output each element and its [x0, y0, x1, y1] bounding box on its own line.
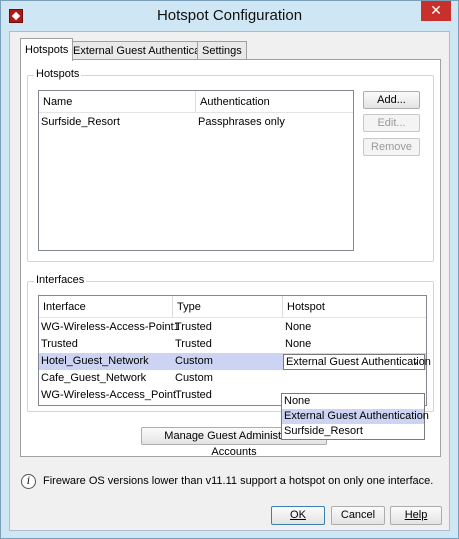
hotspots-group-label: Hotspots [34, 68, 82, 80]
hotspot-select-value: External Guest Authentication [286, 356, 431, 368]
column-header-name[interactable]: Name [39, 91, 196, 113]
table-row[interactable]: Trusted Trusted None [39, 336, 426, 353]
hotspots-table[interactable]: Name Authentication Surfside_Resort Pass… [38, 90, 354, 251]
help-label: Help [404, 509, 428, 521]
hotspot-dropdown-list: None External Guest Authentication Surfs… [281, 393, 429, 440]
cancel-label: Cancel [340, 509, 376, 521]
interface-name: WG-Wireless-Access_Point [41, 389, 177, 401]
ok-label: OK [290, 509, 306, 521]
interfaces-table[interactable]: Interface Type Hotspot WG-Wireless-Acces… [38, 295, 431, 406]
cancel-button[interactable]: Cancel [331, 506, 385, 525]
tab-label: Hotspots [25, 44, 69, 56]
table-row-selected[interactable]: Hotel_Guest_Network Custom External Gues… [39, 353, 431, 370]
tab-pane-hotspots: Hotspots Name Authentication Surfside_Re… [20, 59, 441, 458]
interfaces-group-label: Interfaces [34, 274, 87, 286]
title-bar[interactable]: Hotspot Configuration ✕ [1, 1, 458, 31]
interface-name: Trusted [41, 338, 78, 350]
table-row[interactable]: Surfside_Resort Passphrases only [39, 114, 353, 131]
close-icon: ✕ [430, 2, 442, 18]
info-note: Fireware OS versions lower than v11.11 s… [43, 475, 434, 487]
interface-type: Custom [175, 355, 213, 367]
hotspot-select[interactable]: External Guest Authentication ⌄ [283, 354, 431, 370]
column-header-type[interactable]: Type [173, 296, 283, 318]
dropdown-option[interactable]: None [282, 394, 424, 409]
close-button[interactable]: ✕ [421, 1, 451, 21]
hotspot-name: Surfside_Resort [41, 116, 120, 128]
interface-name: WG-Wireless-Access-Point1 [41, 321, 180, 333]
dialog-window: Hotspot Configuration ✕ Hotspots Externa… [0, 0, 459, 539]
interface-type: Trusted [175, 389, 212, 401]
column-header-hotspot[interactable]: Hotspot [283, 296, 426, 318]
tab-hotspots[interactable]: Hotspots [20, 38, 74, 61]
table-row[interactable]: Cafe_Guest_Network Custom [39, 370, 426, 387]
column-header-interface[interactable]: Interface [39, 296, 173, 318]
window-title: Hotspot Configuration [156, 7, 303, 24]
chevron-down-icon: ⌄ [411, 356, 420, 367]
column-header-authentication[interactable]: Authentication [196, 91, 353, 113]
dropdown-option[interactable]: Surfside_Resort [282, 424, 424, 439]
interface-type: Trusted [175, 338, 212, 350]
interface-name: Hotel_Guest_Network [41, 355, 149, 367]
interface-type: Trusted [175, 321, 212, 333]
info-icon: i [21, 474, 36, 489]
remove-button[interactable]: Remove [363, 138, 420, 156]
dropdown-option-highlighted[interactable]: External Guest Authentication [282, 409, 429, 424]
interface-hotspot: None [285, 338, 312, 350]
edit-button[interactable]: Edit... [363, 114, 420, 132]
interface-name: Cafe_Guest_Network [41, 372, 147, 384]
help-button[interactable]: Help [390, 506, 442, 525]
hotspots-group: Hotspots Name Authentication Surfside_Re… [27, 68, 434, 262]
hotspot-authentication: Passphrases only [198, 116, 285, 128]
interface-hotspot: None [285, 321, 312, 333]
tab-label: Settings [202, 45, 242, 57]
table-row[interactable]: WG-Wireless-Access-Point1 Trusted None [39, 319, 426, 336]
add-button[interactable]: Add... [363, 91, 420, 109]
interface-type: Custom [175, 372, 213, 384]
ok-button[interactable]: OK [271, 506, 325, 525]
dialog-body: Hotspots External Guest Authentication S… [9, 31, 450, 531]
tab-settings[interactable]: Settings [197, 41, 247, 60]
